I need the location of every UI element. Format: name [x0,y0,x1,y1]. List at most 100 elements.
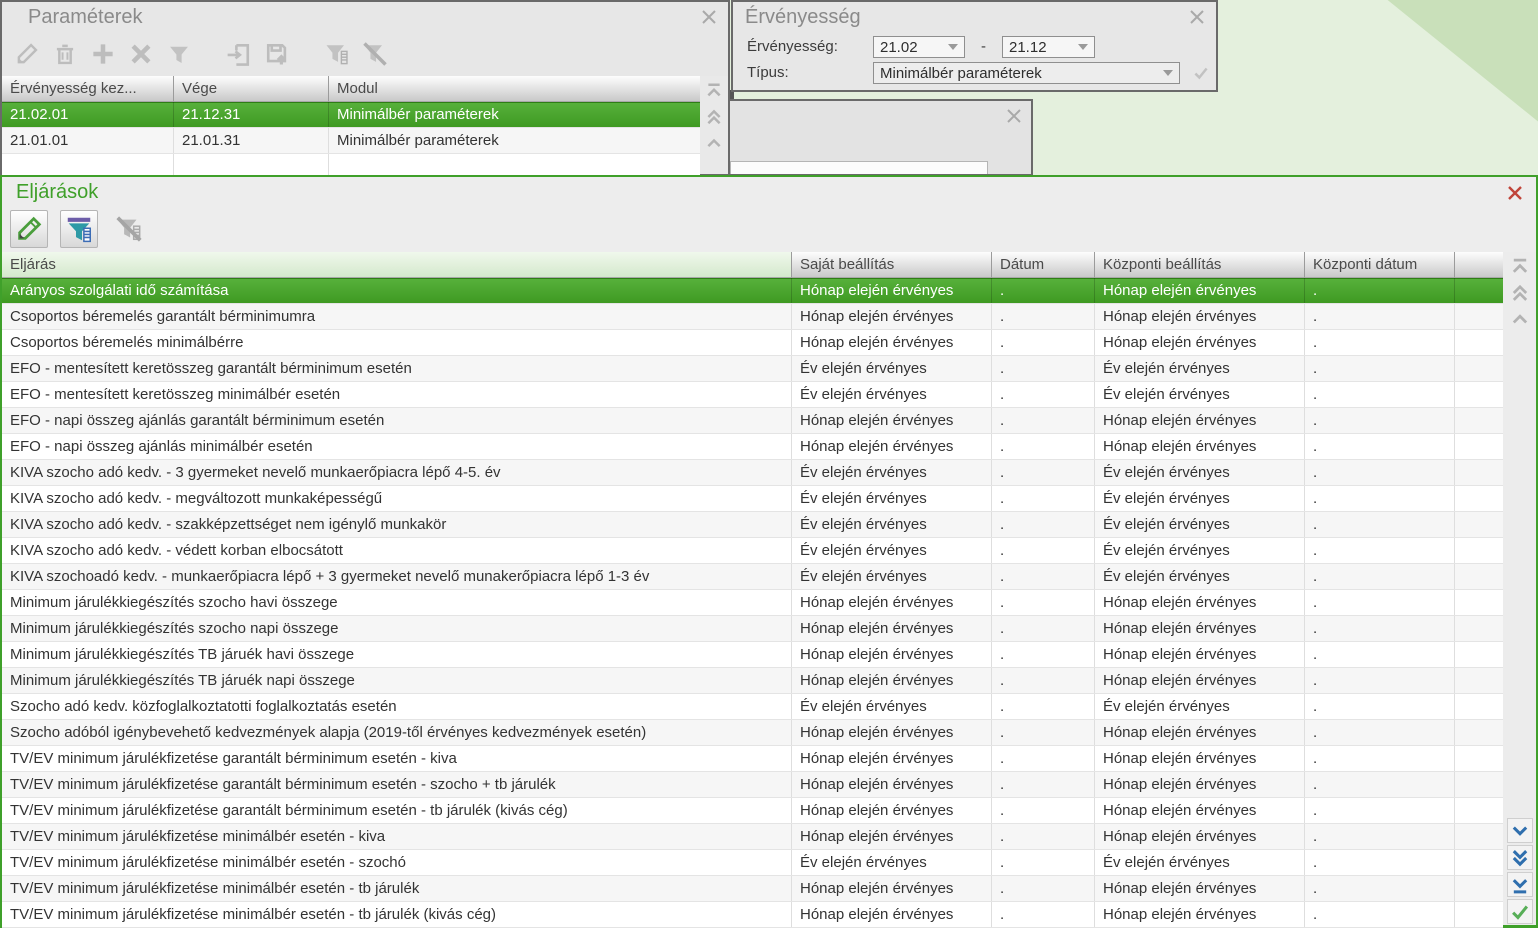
table-cell: Év elején érvényes [792,850,992,875]
page-down-icon[interactable] [1507,845,1533,870]
table-cell: Év elején érvényes [792,538,992,563]
edit-icon[interactable] [12,39,42,69]
table-row[interactable]: KIVA szocho adó kedv. - védett korban el… [2,538,1503,564]
table-cell: . [992,694,1095,719]
discard-icon[interactable] [126,39,156,69]
table-row[interactable]: KIVA szochoadó kedv. - munkaerőpiacra lé… [2,564,1503,590]
table-row[interactable]: Minimum járulékkiegészítés szocho napi ö… [2,616,1503,642]
table-cell: . [1305,356,1455,381]
column-header-procedure[interactable]: Eljárás [2,252,792,278]
table-cell: . [992,902,1095,927]
scroll-bottom-icon[interactable] [1507,872,1533,897]
table-row[interactable]: EFO - mentesített keretösszeg garantált … [2,356,1503,382]
table-cell: . [1305,668,1455,693]
table-row[interactable]: TV/EV minimum járulékfizetése minimálbér… [2,824,1503,850]
table-cell [1455,902,1503,927]
table-cell: KIVA szocho adó kedv. - védett korban el… [2,538,792,563]
filter-icon[interactable] [164,39,194,69]
table-cell: Év elején érvényes [792,694,992,719]
scroll-top-icon[interactable] [703,80,725,102]
table-cell: Hónap elején érvényes [792,824,992,849]
row-up-icon[interactable] [703,132,725,154]
column-header-own-setting[interactable]: Saját beállítás [792,252,992,278]
table-cell: Csoportos béremelés garantált bérminimum… [2,304,792,329]
import-icon[interactable] [224,39,254,69]
export-icon[interactable] [262,39,292,69]
table-cell: Hónap elején érvényes [792,642,992,667]
column-header-end[interactable]: Vége [174,76,329,102]
row-down-icon[interactable] [1507,818,1533,843]
table-row[interactable]: TV/EV minimum járulékfizetése minimálbér… [2,876,1503,902]
table-cell: Hónap elején érvényes [1095,668,1305,693]
table-cell [1455,538,1503,563]
table-cell: KIVA szochoadó kedv. - munkaerőpiacra lé… [2,564,792,589]
procedures-table-header: Eljárás Saját beállítás Dátum Központi b… [2,252,1503,278]
filter-advanced-button[interactable] [60,210,98,248]
column-header-validity-start[interactable]: Érvényesség kez... [2,76,174,102]
column-header-central-setting[interactable]: Központi beállítás [1095,252,1305,278]
column-header-module[interactable]: Modul [329,76,700,102]
column-header-central-date[interactable]: Központi dátum [1305,252,1455,278]
background-decoration [1378,0,1538,132]
table-row[interactable]: KIVA szocho adó kedv. - szakképzettséget… [2,512,1503,538]
table-row[interactable]: EFO - napi összeg ajánlás garantált bérm… [2,408,1503,434]
table-row[interactable]: Szocho adó kedv. közfoglalkoztatotti fog… [2,694,1503,720]
table-row[interactable]: TV/EV minimum járulékfizetése minimálbér… [2,902,1503,928]
table-row[interactable]: Szocho adóból igénybevehető kedvezmények… [2,720,1503,746]
table-row[interactable]: TV/EV minimum járulékfizetése garantált … [2,798,1503,824]
add-icon[interactable] [88,39,118,69]
confirm-check-icon[interactable] [1192,64,1210,82]
table-cell: TV/EV minimum járulékfizetése garantált … [2,772,792,797]
column-header-date[interactable]: Dátum [992,252,1095,278]
row-up-icon[interactable] [1509,308,1531,330]
type-select[interactable]: Minimálbér paraméterek [873,62,1180,84]
table-row[interactable]: Minimum járulékkiegészítés TB járuék nap… [2,668,1503,694]
filter-clear-icon[interactable] [360,39,390,69]
scroll-top-icon[interactable] [1509,256,1531,278]
close-icon[interactable] [1005,107,1023,125]
filter-advanced-icon[interactable] [322,39,352,69]
table-cell: Hónap elején érvényes [1095,798,1305,823]
table-row[interactable]: KIVA szocho adó kedv. - 3 gyermeket neve… [2,460,1503,486]
table-cell: KIVA szocho adó kedv. - szakképzettséget… [2,512,792,537]
table-row[interactable]: TV/EV minimum járulékfizetése garantált … [2,746,1503,772]
table-row[interactable]: TV/EV minimum járulékfizetése minimálbér… [2,850,1503,876]
validity-from-select[interactable]: 21.02 [873,36,965,58]
table-row[interactable]: Minimum járulékkiegészítés szocho havi ö… [2,590,1503,616]
table-row[interactable]: EFO - napi összeg ajánlás minimálbér ese… [2,434,1503,460]
table-row[interactable]: KIVA szocho adó kedv. - megváltozott mun… [2,486,1503,512]
table-cell: . [992,824,1095,849]
table-cell: Év elején érvényes [1095,564,1305,589]
table-cell: Hónap elején érvényes [792,278,992,303]
close-icon[interactable] [1188,8,1206,26]
validity-panel: Érvényesség Érvényesség: 21.02 - 21.12 T… [731,0,1218,92]
type-value: Minimálbér paraméterek [874,65,1163,82]
close-icon[interactable] [1506,184,1524,202]
filter-clear-button[interactable] [110,210,148,248]
table-cell: . [1305,876,1455,901]
close-icon[interactable] [700,8,718,26]
table-row[interactable]: Csoportos béremelés garantált bérminimum… [2,304,1503,330]
background-panel-input[interactable] [730,161,988,174]
table-row[interactable]: Minimum járulékkiegészítés TB járuék hav… [2,642,1503,668]
delete-icon[interactable] [50,39,80,69]
edit-button[interactable] [10,210,48,248]
table-row[interactable]: Csoportos béremelés minimálbérreHónap el… [2,330,1503,356]
page-up-icon[interactable] [703,106,725,128]
table-row[interactable]: TV/EV minimum járulékfizetése garantált … [2,772,1503,798]
table-cell: TV/EV minimum járulékfizetése minimálbér… [2,824,792,849]
table-row[interactable]: EFO - mentesített keretösszeg minimálbér… [2,382,1503,408]
page-up-icon[interactable] [1509,282,1531,304]
table-cell [1455,668,1503,693]
table-cell [1455,616,1503,641]
table-row[interactable]: 21.01.0121.01.31Minimálbér paraméterek [2,128,700,154]
confirm-check-icon[interactable] [1507,899,1533,924]
table-cell: Szocho adóból igénybevehető kedvezmények… [2,720,792,745]
table-cell: . [1305,278,1455,303]
table-row[interactable]: Arányos szolgálati idő számításaHónap el… [2,278,1503,304]
table-row[interactable]: 21.02.0121.12.31Minimálbér paraméterek [2,102,700,128]
table-cell: . [992,564,1095,589]
table-cell [1455,278,1503,303]
table-cell: . [992,616,1095,641]
validity-to-select[interactable]: 21.12 [1002,36,1095,58]
